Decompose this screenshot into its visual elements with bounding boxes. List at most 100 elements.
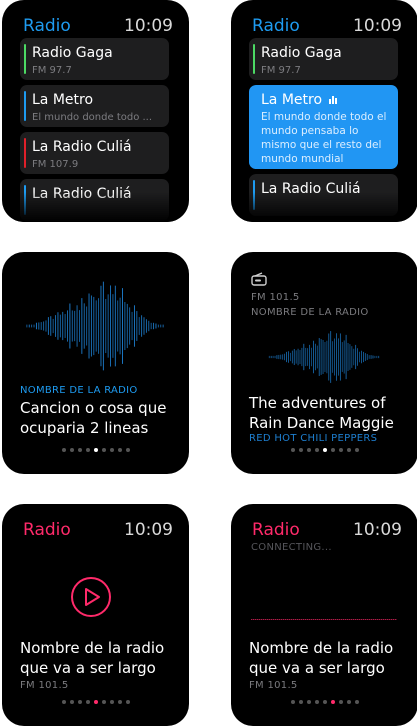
page-dot[interactable] [101,700,106,704]
clock: 10:09 [124,520,173,540]
artist-name: RED HOT CHILI PEPPERS [249,433,378,444]
station-name: Nombre de la radio que va a ser largo [20,638,164,678]
song-title: The adventures of Rain Dance Maggie [249,393,394,433]
equalizer-icon [329,96,338,104]
page-dot[interactable] [125,448,130,452]
page-dot[interactable] [322,700,327,704]
station-name-row: La Metro [261,92,339,108]
page-dot[interactable] [298,448,303,452]
page-dot[interactable] [346,700,351,704]
station-color-bar [253,44,255,74]
song-title: Cancion o cosa que ocuparia 2 lineas [20,398,166,438]
page-dot-active[interactable] [93,448,98,452]
app-title: Radio [252,16,300,36]
station-card-la-radio-culia[interactable]: La Radio Culiá FM 107.9 [20,132,169,174]
station-name-line-1: Nombre de la radio [249,639,394,657]
page-dot[interactable] [290,448,295,452]
connection-status: CONNECTING... [251,542,332,553]
clock: 10:09 [353,16,402,36]
song-title-line-2: ocuparia 2 lineas [20,419,149,437]
page-dot-active[interactable] [330,700,335,704]
page-dot[interactable] [314,700,319,704]
page-dot[interactable] [314,448,319,452]
page-indicator[interactable] [231,700,417,706]
scroll-fade [2,192,189,222]
page-dot[interactable] [85,448,90,452]
page-dot[interactable] [101,448,106,452]
page-dot[interactable] [69,448,74,452]
page-dot[interactable] [330,448,335,452]
audio-waveform [268,331,380,383]
watch-screen-now-playing-song: FM 101.5 NOMBRE DE LA RADIO The adventur… [231,252,417,474]
station-color-bar [24,91,26,121]
station-frequency: FM 101.5 [249,680,298,691]
station-name: La Metro [261,92,323,108]
page-dot[interactable] [338,448,343,452]
station-name-line-2: que va a ser largo [20,659,156,677]
song-title-line-1: Cancion o cosa que [20,399,167,417]
station-color-bar [24,138,26,168]
clock: 10:09 [353,520,402,540]
station-frequency: FM 97.7 [32,65,72,76]
page-dot[interactable] [338,700,343,704]
page-dot[interactable] [125,700,130,704]
song-title-line-1: The adventures of [249,394,386,412]
station-frequency: FM 101.5 [20,680,69,691]
watch-screen-station-list: Radio 10:09 Radio Gaga FM 97.7 La Metro … [2,0,189,222]
clock: 10:09 [124,16,173,36]
page-dot[interactable] [69,700,74,704]
station-name: La Metro [32,92,94,108]
page-indicator[interactable] [2,700,189,706]
station-name-line-2: que va a ser largo [249,659,385,677]
app-title: Radio [252,520,300,540]
page-dot[interactable] [77,700,82,704]
page-dot[interactable] [109,700,114,704]
station-description: El mundo donde todo el mundo pensaba lo … [261,111,387,165]
page-dot[interactable] [354,448,359,452]
audio-waveform [26,281,164,371]
page-indicator[interactable] [231,448,417,454]
app-title: Radio [23,16,71,36]
header: Radio 10:09 [23,16,173,40]
page-dot-active[interactable] [322,448,327,452]
watch-screen-connecting: Radio 10:09 CONNECTING... Nombre de la r… [231,504,417,726]
page-dot[interactable] [298,700,303,704]
header: Radio 10:09 [252,520,402,544]
station-card-la-metro[interactable]: La Metro El mundo donde todo ... [20,85,169,127]
station-frequency: FM 101.5 [251,292,300,303]
station-name: La Radio Culiá [32,139,132,155]
station-frequency: FM 107.9 [32,159,79,170]
station-description: El mundo donde todo ... [32,112,153,123]
page-dot[interactable] [346,448,351,452]
station-card-radio-gaga[interactable]: Radio Gaga FM 97.7 [20,38,169,80]
radio-icon [251,272,267,286]
page-dot[interactable] [61,448,66,452]
station-name: Radio Gaga [261,45,342,61]
page-dot[interactable] [61,700,66,704]
header: Radio 10:09 [252,16,402,40]
page-dot[interactable] [354,700,359,704]
page-dot[interactable] [109,448,114,452]
page-dot[interactable] [306,448,311,452]
page-dot[interactable] [85,700,90,704]
page-dot[interactable] [290,700,295,704]
watch-screen-station-play: Radio 10:09 Nombre de la radio que va a … [2,504,189,726]
play-icon[interactable] [70,576,112,618]
header: Radio 10:09 [23,520,173,544]
watch-screen-station-list-expanded: Radio 10:09 Radio Gaga FM 97.7 La Metro … [231,0,417,222]
flat-waveform [251,619,397,620]
station-frequency: FM 97.7 [261,65,301,76]
station-color-bar [24,44,26,74]
station-card-radio-gaga[interactable]: Radio Gaga FM 97.7 [249,38,398,80]
page-dot[interactable] [117,700,122,704]
station-label: NOMBRE DE LA RADIO [20,385,138,396]
station-name: Radio Gaga [32,45,113,61]
page-dot[interactable] [77,448,82,452]
station-card-la-metro-active[interactable]: La Metro El mundo donde todo el mundo pe… [249,85,398,169]
app-title: Radio [23,520,71,540]
page-dot-active[interactable] [93,700,98,704]
page-indicator[interactable] [2,448,189,454]
station-name: Nombre de la radio que va a ser largo [249,638,393,678]
page-dot[interactable] [117,448,122,452]
page-dot[interactable] [306,700,311,704]
